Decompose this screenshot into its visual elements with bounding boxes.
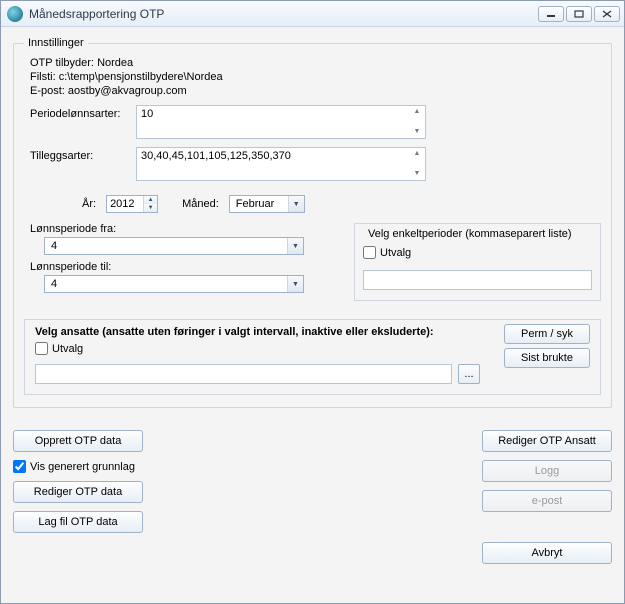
period-columns: Lønnsperiode fra: 4 ▼ Lønnsperiode til: … [24,223,601,301]
single-periods-label: Velg enkeltperioder (kommaseparert liste… [365,228,575,240]
utvalg-checkbox-label: Utvalg [380,247,411,259]
close-icon [602,10,612,18]
year-label: År: [82,198,96,210]
periodelonn-row: Periodelønnsarter: 10 ▲ ▼ [24,105,601,139]
vis-grunnlag-label: Vis generert grunnlag [30,461,135,473]
employees-side-buttons: Perm / syk Sist brukte [504,324,590,368]
month-combo[interactable]: Februar ▼ [229,195,305,213]
periodelonn-spin: ▲ ▼ [411,108,423,136]
ellipsis-icon: ... [464,368,473,380]
maximize-icon [574,10,584,18]
maximize-button[interactable] [566,6,592,22]
year-down-icon[interactable]: ▼ [144,204,157,212]
lperiod-from-value: 4 [45,238,287,254]
lperiod-to-combo[interactable]: 4 ▼ [44,275,304,293]
utvalg-checkbox[interactable] [363,246,376,259]
lperiod-to-chevron-down-icon[interactable]: ▼ [287,276,303,292]
emp-utvalg-checkbox[interactable] [35,342,48,355]
lperiod-from-combo[interactable]: 4 ▼ [44,237,304,255]
utvalg-checkbox-wrap[interactable]: Utvalg [363,246,411,259]
provider-value: Nordea [97,57,133,69]
provider-label: OTP tilbyder: [30,57,94,69]
month-label: Måned: [182,198,219,210]
employees-filter-input[interactable] [35,364,452,384]
close-button[interactable] [594,6,620,22]
right-actions: Rediger OTP Ansatt Logg e-post Avbryt [482,430,612,564]
year-input[interactable] [107,196,143,212]
periodelonn-down-icon[interactable]: ▼ [411,128,423,136]
tillegg-row: Tilleggsarter: 30,40,45,101,105,125,350,… [24,147,601,181]
minimize-icon [546,10,556,18]
path-label: Filsti: [30,71,56,83]
epost-button[interactable]: e-post [482,490,612,512]
settings-group: Innstillinger OTP tilbyder: Nordea Filst… [13,37,612,408]
window-root: Månedsrapportering OTP Innstillinger OTP… [0,0,625,604]
right-column: Velg enkeltperioder (kommaseparert liste… [354,223,601,301]
window-buttons [538,6,620,22]
vis-grunnlag-wrap[interactable]: Vis generert grunnlag [13,460,135,473]
minimize-button[interactable] [538,6,564,22]
emp-utvalg-label: Utvalg [52,343,83,355]
lperiod-to-value: 4 [45,276,287,292]
left-actions: Opprett OTP data Vis generert grunnlag R… [13,430,143,564]
left-column: Lønnsperiode fra: 4 ▼ Lønnsperiode til: … [24,223,324,301]
employees-group: Velg ansatte (ansatte uten føringer i va… [24,319,601,395]
tillegg-label: Tilleggsarter: [24,147,136,162]
lperiod-to-label: Lønnsperiode til: [30,261,324,273]
avbryt-button[interactable]: Avbryt [482,542,612,564]
vis-grunnlag-checkbox[interactable] [13,460,26,473]
bottom-actions: Opprett OTP data Vis generert grunnlag R… [13,430,612,564]
lperiod-from-chevron-down-icon[interactable]: ▼ [287,238,303,254]
periodelonn-value: 10 [141,108,153,120]
emp-utvalg-wrap[interactable]: Utvalg [35,342,83,355]
titlebar: Månedsrapportering OTP [1,1,624,27]
perm-syk-button[interactable]: Perm / syk [504,324,590,344]
rediger-otp-ansatt-button[interactable]: Rediger OTP Ansatt [482,430,612,452]
year-up-icon[interactable]: ▲ [144,196,157,204]
email-value: aostby@akvagroup.com [68,85,187,97]
month-value: Februar [230,196,288,212]
month-chevron-down-icon[interactable]: ▼ [288,196,304,212]
tillegg-up-icon[interactable]: ▲ [411,150,423,158]
client-area: Innstillinger OTP tilbyder: Nordea Filst… [1,27,624,603]
periodelonn-label: Periodelønnsarter: [24,105,136,120]
single-periods-input[interactable] [363,270,592,290]
tillegg-input[interactable]: 30,40,45,101,105,125,350,370 ▲ ▼ [136,147,426,181]
periodelonn-input[interactable]: 10 ▲ ▼ [136,105,426,139]
lperiod-from-label: Lønnsperiode fra: [30,223,324,235]
year-stepper[interactable]: ▲ ▼ [106,195,158,213]
path-value: c:\temp\pensjonstilbydere\Nordea [59,71,223,83]
year-month-row: År: ▲ ▼ Måned: Februar ▼ [82,195,601,213]
tillegg-down-icon[interactable]: ▼ [411,170,423,178]
single-periods-group: Velg enkeltperioder (kommaseparert liste… [354,223,601,301]
lag-fil-otp-button[interactable]: Lag fil OTP data [13,511,143,533]
employees-browse-button[interactable]: ... [458,364,480,384]
tillegg-value: 30,40,45,101,105,125,350,370 [141,150,291,162]
window-title: Månedsrapportering OTP [29,7,532,21]
path-line: Filsti: c:\temp\pensjonstilbydere\Nordea [30,71,601,83]
logg-button[interactable]: Logg [482,460,612,482]
settings-legend: Innstillinger [24,37,88,49]
sist-brukte-button[interactable]: Sist brukte [504,348,590,368]
email-line: E-post: aostby@akvagroup.com [30,85,601,97]
email-label: E-post: [30,85,65,97]
app-icon [7,6,23,22]
periodelonn-up-icon[interactable]: ▲ [411,108,423,116]
tillegg-spin: ▲ ▼ [411,150,423,178]
provider-line: OTP tilbyder: Nordea [30,57,601,69]
opprett-otp-button[interactable]: Opprett OTP data [13,430,143,452]
rediger-otp-data-button[interactable]: Rediger OTP data [13,481,143,503]
